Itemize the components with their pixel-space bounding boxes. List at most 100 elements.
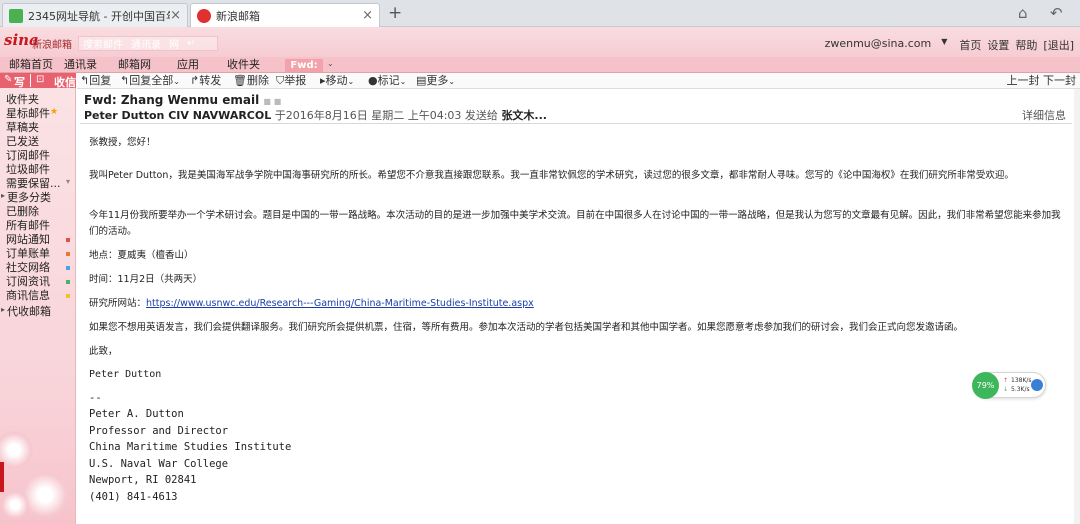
dropdown-arrow-icon: ⌄	[173, 77, 180, 86]
email-subject: Fwd: Zhang Wenmu email ■ ■	[84, 93, 281, 107]
undo-icon[interactable]: ↶	[1050, 4, 1063, 22]
forward-icon: ↱	[190, 74, 200, 87]
website-link[interactable]: https://www.usnwc.edu/Research---Gaming/…	[146, 298, 534, 309]
user-email[interactable]: zwenmu@sina.com	[825, 37, 932, 53]
inbox-icon: ⊡	[36, 74, 45, 85]
dropdown-arrow-icon: ⌄	[448, 77, 456, 86]
receive-button[interactable]: 收信	[54, 74, 76, 90]
close-tab-icon[interactable]: ×	[170, 8, 181, 23]
reply-button[interactable]: ↰回复	[80, 73, 111, 89]
tab-dropdown-icon[interactable]: ⌄	[327, 59, 334, 68]
detail-info-link[interactable]: 详细信息	[1022, 107, 1066, 123]
body-paragraph-2: 今年11月份我所要举办一个学术研讨会。题目是中国的一带一路战略。本次活动的目的是…	[89, 210, 1061, 237]
report-button[interactable]: ⛉举报	[276, 73, 306, 89]
tab-title: 新浪邮箱	[216, 9, 260, 23]
report-label: 举报	[284, 74, 307, 87]
search-web[interactable]: 网	[169, 36, 179, 51]
dropdown-arrow-icon: ⌄	[399, 77, 407, 86]
logout-link[interactable]: [退出]	[1043, 37, 1074, 53]
folder-inbox[interactable]: 收件夹	[6, 93, 39, 106]
home-link[interactable]: 首页	[959, 37, 981, 53]
shield-icon: ⛉	[276, 74, 285, 87]
new-tab-button[interactable]: +	[388, 3, 402, 23]
label-color-icon	[66, 252, 70, 256]
nav-contacts[interactable]: 通讯录	[64, 57, 97, 73]
folder-deleted[interactable]: 已删除	[6, 205, 39, 218]
memory-gauge[interactable]: 79%	[972, 372, 999, 399]
more-button[interactable]: ▤更多⌄	[416, 73, 455, 89]
tab-title: 2345网址导航 - 开创中国百年	[28, 9, 171, 23]
sina-logo-subtitle: 新浪邮箱	[32, 40, 72, 51]
folder-proxy-mail[interactable]: 代收邮箱	[7, 305, 51, 318]
folder-social[interactable]: 社交网络	[6, 261, 50, 274]
accelerate-icon[interactable]	[1031, 379, 1043, 391]
upload-speed: 138K/s	[1011, 377, 1032, 384]
folder-subscriptions[interactable]: 订阅邮件	[6, 149, 50, 162]
subject-tag-icons[interactable]: ■ ■	[263, 97, 281, 106]
folder-keep[interactable]: 需要保留...	[6, 177, 61, 190]
help-link[interactable]: 帮助	[1015, 37, 1037, 53]
sig-phone: (401) 841-4613	[89, 491, 178, 503]
move-button[interactable]: ▸移动⌄	[320, 73, 354, 89]
search-contacts[interactable]: 通讯录	[131, 36, 161, 51]
download-arrow-icon: ↓	[1003, 386, 1009, 393]
reply-all-button[interactable]: ↰回复全部⌄	[120, 73, 180, 89]
upload-arrow-icon: ↑	[1003, 377, 1009, 384]
sig-institute: China Maritime Studies Institute	[89, 441, 292, 453]
website-line: 研究所网站：https://www.usnwc.edu/Research---G…	[89, 296, 1064, 312]
folder-news[interactable]: 订阅资讯	[6, 275, 50, 288]
folder-drafts[interactable]: 草稿夹	[6, 121, 39, 134]
pager-prev-next[interactable]: 上一封 下一封	[1007, 73, 1077, 89]
main-nav	[0, 57, 1080, 73]
folder-menu-icon[interactable]: ▾	[66, 177, 70, 186]
settings-link[interactable]: 设置	[987, 37, 1009, 53]
folder-site-notices[interactable]: 网站通知	[6, 233, 50, 246]
nav-apps[interactable]: 应用	[177, 57, 199, 73]
scrollbar[interactable]	[1074, 89, 1080, 524]
sender-name[interactable]: Peter Dutton CIV NAVWARCOL	[84, 109, 271, 122]
label-color-icon	[66, 266, 70, 270]
user-menu-arrow-icon[interactable]: ▼	[941, 37, 947, 53]
reply-all-icon: ↰	[120, 74, 130, 87]
email-from-line: Peter Dutton CIV NAVWARCOL 于2016年8月16日 星…	[84, 107, 547, 123]
nav-inbox[interactable]: 收件夹	[227, 57, 260, 73]
folder-orders[interactable]: 订单账单	[6, 247, 50, 260]
expand-arrow-icon[interactable]: ▸	[1, 305, 5, 314]
browser-tab-sina-mail[interactable]: 新浪邮箱 ×	[190, 3, 380, 27]
time-line: 时间：11月2日（共两天）	[89, 274, 203, 285]
folder-starred[interactable]: 星标邮件	[6, 107, 50, 120]
sig-college: U.S. Naval War College	[89, 458, 229, 470]
move-label: 移动	[325, 74, 348, 87]
forward-button[interactable]: ↱转发	[190, 73, 221, 89]
nav-mail-home[interactable]: 邮箱首页	[9, 57, 53, 73]
greeting: 张教授，您好！	[89, 137, 156, 148]
body-paragraph-3: 如果您不想用英语发言，我们会提供翻译服务。我们研究所会提供机票，住宿，等所有费用…	[89, 322, 964, 333]
mail-toolbar	[77, 73, 1080, 89]
close-tab-icon[interactable]: ×	[362, 8, 373, 23]
search-input[interactable]: 搜索邮件 通讯录 网 ↵	[78, 36, 218, 51]
folder-all-mail[interactable]: 所有邮件	[6, 219, 50, 232]
search-enter-icon[interactable]: ↵	[187, 38, 195, 49]
reply-all-label: 回复全部	[129, 74, 174, 87]
write-button[interactable]: 写	[14, 74, 25, 90]
browser-tab-2345[interactable]: 2345网址导航 - 开创中国百年 ×	[2, 3, 188, 27]
reply-label: 回复	[89, 74, 112, 87]
folder-business[interactable]: 商讯信息	[6, 289, 50, 302]
blossom-decoration	[0, 490, 30, 520]
delete-label: 删除	[246, 74, 269, 87]
nav-mail-web[interactable]: 邮箱网	[118, 57, 151, 73]
expand-arrow-icon[interactable]: ▸	[1, 191, 5, 200]
reply-icon: ↰	[80, 74, 90, 87]
home-icon[interactable]: ⌂	[1018, 4, 1028, 22]
header-divider	[80, 123, 1072, 124]
mark-button[interactable]: ●标记⌄	[368, 73, 406, 89]
delete-button[interactable]: 🗑删除	[233, 73, 269, 89]
recipient-name[interactable]: 张文木...	[501, 109, 547, 122]
folder-more-categories[interactable]: 更多分类	[7, 191, 51, 204]
user-links: zwenmu@sina.com ▼ 首页 设置 帮助 [退出]	[825, 37, 1074, 53]
pencil-icon: ✎	[4, 74, 13, 85]
folder-sent[interactable]: 已发送	[6, 135, 39, 148]
sina-favicon-icon	[197, 8, 211, 23]
nav-active-fwd-tab[interactable]: Fwd:	[285, 59, 323, 72]
folder-spam[interactable]: 垃圾邮件	[6, 163, 50, 176]
